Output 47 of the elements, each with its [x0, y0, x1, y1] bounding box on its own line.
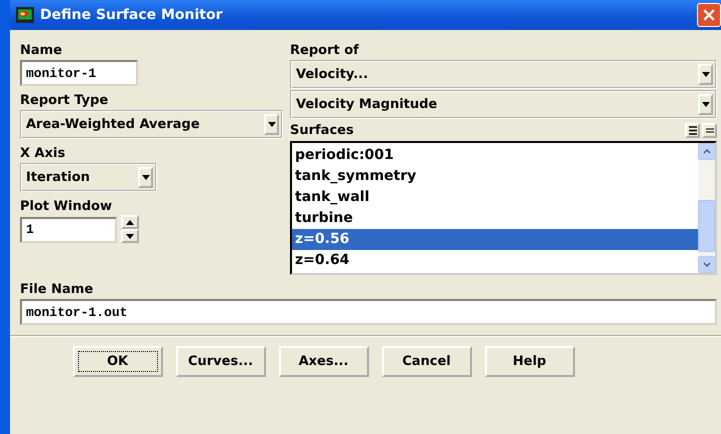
chevron-down-icon: [702, 262, 710, 267]
surface-item[interactable]: tank_symmetry: [292, 166, 698, 187]
field-label: X Axis: [20, 145, 66, 162]
dialog-button[interactable]: Help: [484, 346, 574, 377]
file-name-field[interactable]: monitor-1.out: [20, 299, 717, 325]
dialog-button[interactable]: Cancel: [382, 346, 472, 377]
scroll-thumb[interactable]: [698, 200, 715, 252]
window-title: Define Surface Monitor: [40, 7, 223, 23]
field-label: Surfaces: [290, 122, 354, 139]
down-arrow-icon: [126, 234, 134, 238]
equals-icon: [706, 126, 714, 135]
surface-item[interactable]: periodic:001: [292, 145, 698, 166]
quantity-dropdown[interactable]: Velocity Magnitude: [290, 90, 717, 119]
field-label: Name: [20, 42, 62, 59]
up-arrow-icon: [126, 220, 134, 224]
surface-item[interactable]: z=0.56: [292, 229, 698, 250]
dropdown-arrow-icon: [142, 175, 150, 180]
dropdown-arrow-icon: [702, 72, 710, 77]
spin-down-button[interactable]: [121, 229, 139, 243]
dialog-button[interactable]: Axes...: [278, 346, 368, 377]
dialog-button[interactable]: OK: [72, 346, 162, 377]
chevron-up-icon: [702, 149, 710, 154]
field-label: Report Type: [20, 92, 108, 109]
field-label: Report of: [290, 42, 359, 59]
x-axis-dropdown[interactable]: Iteration: [20, 163, 157, 192]
app-icon: [16, 7, 34, 23]
name-field[interactable]: monitor-1: [20, 60, 138, 86]
close-icon: [703, 9, 715, 21]
spin-up-button[interactable]: [121, 215, 139, 229]
field-label: File Name: [20, 281, 94, 298]
dialog-button[interactable]: Curves...: [176, 346, 266, 377]
scroll-down-button[interactable]: [698, 256, 715, 273]
plot-window-field[interactable]: 1: [20, 216, 117, 242]
report-type-dropdown[interactable]: Area-Weighted Average: [20, 110, 283, 139]
scrollbar[interactable]: [698, 143, 715, 273]
surface-item[interactable]: z=0.64: [292, 250, 698, 271]
lines-icon: [688, 126, 696, 135]
field-label: Plot Window: [20, 198, 112, 215]
report-of-dropdown[interactable]: Velocity...: [290, 60, 717, 89]
surface-item[interactable]: turbine: [292, 208, 698, 229]
scroll-up-button[interactable]: [698, 143, 715, 160]
close-button[interactable]: [697, 3, 721, 27]
surface-item[interactable]: tank_wall: [292, 187, 698, 208]
deselect-all-button[interactable]: [702, 123, 717, 138]
select-all-button[interactable]: [685, 123, 700, 138]
dropdown-arrow-icon: [702, 102, 710, 107]
dropdown-arrow-icon: [268, 122, 276, 127]
